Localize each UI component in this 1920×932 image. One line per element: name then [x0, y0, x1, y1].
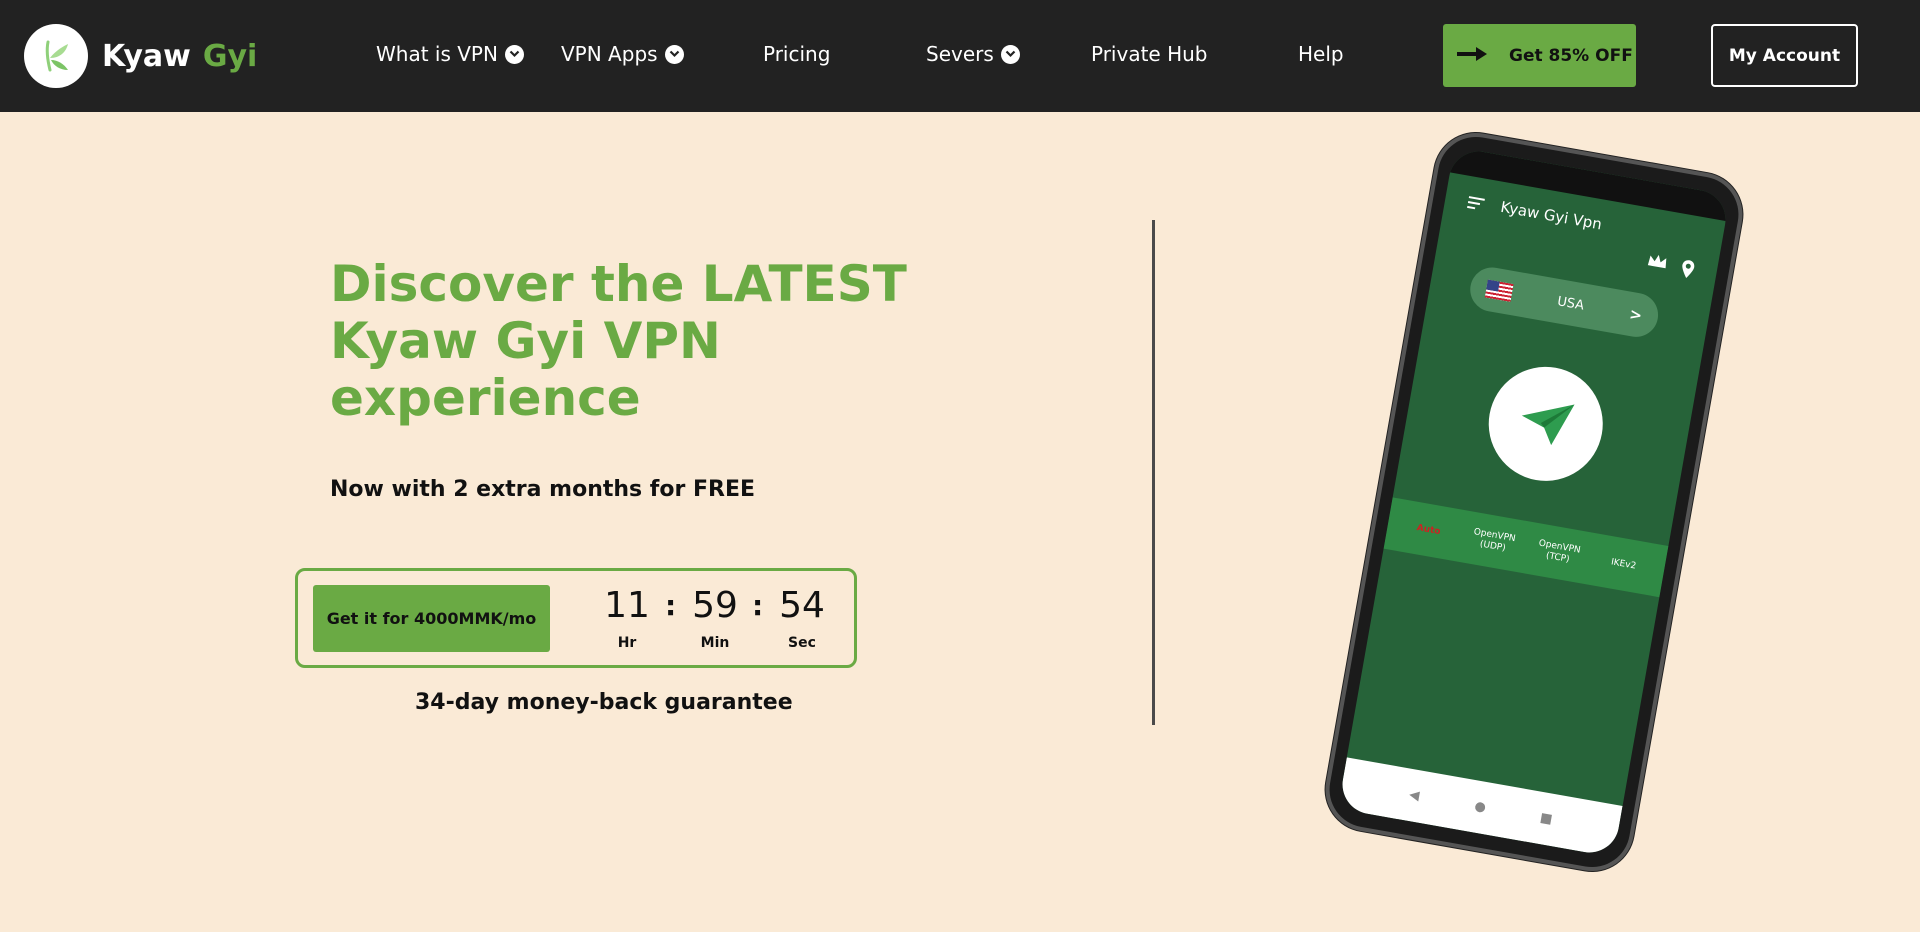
nav-help-label: Help: [1298, 42, 1344, 66]
logo-leaf-icon: [24, 24, 88, 88]
paper-plane-icon: [1515, 394, 1577, 455]
nav-vpn-apps[interactable]: VPN Apps: [561, 42, 684, 66]
connect-button: [1479, 357, 1612, 490]
get-discount-button[interactable]: Get 85% OFF: [1443, 24, 1636, 87]
chevron-down-icon: [504, 44, 524, 64]
offer-box: Get it for 4000MMK/mo 11 : 59 : 54 Hr Mi…: [295, 568, 857, 668]
nav-private-hub-label: Private Hub: [1091, 42, 1208, 66]
phone-nav-bar: [1337, 757, 1623, 858]
brand-name-second: Gyi: [202, 38, 258, 74]
my-account-button[interactable]: My Account: [1711, 24, 1858, 87]
nav-what-is-vpn-label: What is VPN: [376, 42, 498, 66]
timer-seconds-label: Sec: [788, 635, 816, 651]
country-selector: USA >: [1466, 264, 1662, 341]
hero-subtitle: Now with 2 extra months for FREE: [330, 477, 756, 502]
phone-mockup: Kyaw Gyi Vpn USA > Auto OpenVPN (UDP) Op…: [1323, 130, 1745, 874]
nav-servers-label: Severs: [926, 42, 994, 66]
recents-icon: [1538, 808, 1553, 829]
nav-vpn-apps-label: VPN Apps: [561, 42, 658, 66]
country-name: USA: [1556, 293, 1586, 314]
timer-minutes: 59: [692, 585, 738, 626]
nav-private-hub[interactable]: Private Hub: [1091, 42, 1208, 66]
nav-pricing[interactable]: Pricing: [763, 42, 830, 66]
country-arrow: >: [1628, 304, 1644, 325]
protocol-auto: Auto: [1415, 522, 1442, 537]
crown-icon: [1646, 252, 1669, 275]
nav-help[interactable]: Help: [1298, 42, 1344, 66]
hero-title-line-2: Kyaw Gyi VPN: [330, 312, 721, 370]
back-icon: [1407, 785, 1422, 806]
app-title: Kyaw Gyi Vpn: [1499, 197, 1604, 234]
hero-title: Discover the LATEST Kyaw Gyi VPN experie…: [330, 256, 907, 427]
location-pin-icon: [1678, 258, 1696, 284]
hero-title-line-1: Discover the LATEST: [330, 255, 907, 313]
buy-plan-button[interactable]: Get it for 4000MMK/mo: [313, 585, 550, 652]
protocol-openvpn-tcp: OpenVPN (TCP): [1537, 538, 1582, 565]
chevron-down-icon: [664, 44, 684, 64]
timer-hours-label: Hr: [617, 635, 637, 651]
brand-logo[interactable]: Kyaw Gyi: [24, 24, 257, 88]
protocol-bar: Auto OpenVPN (UDP) OpenVPN (TCP) IKEv2: [1383, 497, 1669, 598]
hero-title-line-3: experience: [330, 369, 641, 427]
timer-hours: 11: [604, 585, 650, 626]
home-icon: [1473, 797, 1488, 818]
nav-pricing-label: Pricing: [763, 42, 831, 66]
phone-status-bar: [1449, 146, 1731, 222]
protocol-openvpn-udp: OpenVPN (UDP): [1472, 527, 1517, 554]
nav-servers[interactable]: Severs: [926, 42, 1020, 66]
protocol-ikev2: IKEv2: [1610, 556, 1637, 572]
get-discount-label: Get 85% OFF: [1509, 45, 1633, 66]
chevron-down-icon: [1000, 44, 1020, 64]
money-back-guarantee: 34-day money-back guarantee: [415, 690, 793, 715]
timer-minutes-label: Min: [700, 635, 730, 651]
arrow-right-icon: [1455, 45, 1491, 67]
flag-usa-icon: [1484, 279, 1514, 302]
timer-separator: :: [752, 589, 764, 622]
menu-icon: [1465, 194, 1486, 216]
brand-name-first: Kyaw: [102, 38, 191, 74]
timer-seconds: 54: [779, 585, 825, 626]
brand-name: Kyaw Gyi: [102, 39, 257, 74]
phone-screen: Kyaw Gyi Vpn USA > Auto OpenVPN (UDP) Op…: [1337, 146, 1731, 858]
site-header: Kyaw Gyi What is VPN VPN Apps Pricing Sev…: [0, 0, 1920, 112]
vertical-divider: [1152, 220, 1155, 725]
timer-separator: :: [665, 589, 677, 622]
nav-what-is-vpn[interactable]: What is VPN: [376, 42, 524, 66]
